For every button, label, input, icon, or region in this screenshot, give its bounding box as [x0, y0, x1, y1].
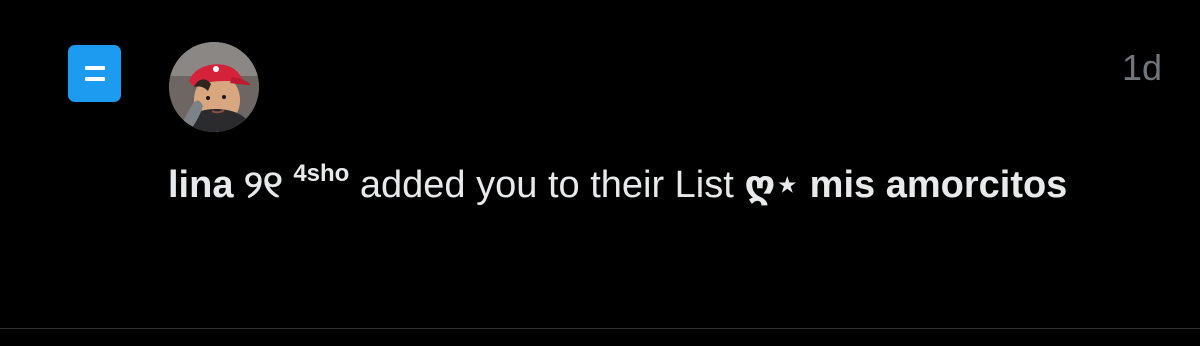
user-name-superscript: 4sho [293, 160, 350, 187]
list-name-link[interactable]: ღ⋆ mis amorcitos [744, 164, 1067, 206]
notification-action-text: added you to their List [359, 164, 745, 206]
notification-message: lina ୨୧ 4sho added you to their List ღ⋆ … [168, 157, 1158, 213]
notification-divider [0, 328, 1200, 329]
list-notification[interactable]: 1d lina ୨୧ 4sho added you to their List … [0, 0, 1200, 328]
timestamp[interactable]: 1d [1122, 48, 1162, 88]
list-icon [68, 45, 121, 102]
user-name[interactable]: lina ୨୧ [168, 164, 283, 206]
user-avatar-icon[interactable] [169, 42, 259, 132]
